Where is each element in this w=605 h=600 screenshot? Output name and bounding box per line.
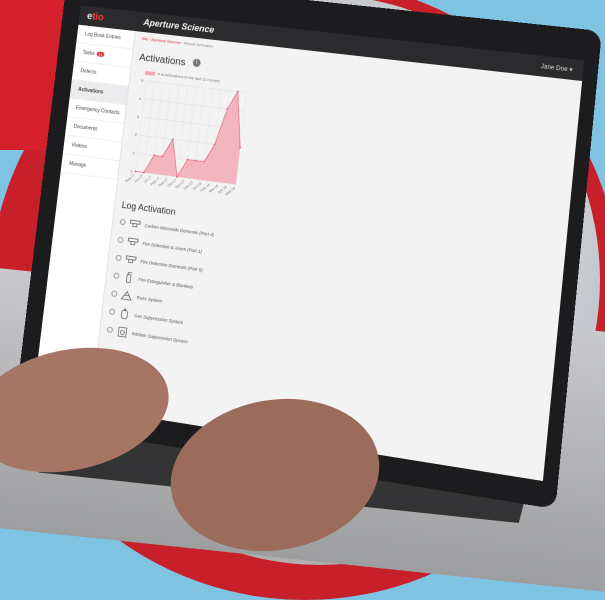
extinguisher-icon: [122, 271, 135, 285]
page-title: Activations: [138, 52, 187, 69]
chevron-down-icon: ▾: [569, 66, 573, 74]
sidebar-item-label: Log Book Entries: [84, 31, 121, 42]
app-logo[interactable]: etio: [79, 10, 144, 28]
user-name: Jane Doe: [540, 63, 568, 73]
radio-button[interactable]: [113, 272, 120, 280]
radio-button[interactable]: [106, 326, 114, 334]
breadcrumb-current: Report Activation: [183, 40, 214, 49]
activations-chart: 012345May-17Jun-17Jul-17Aug-17Sep-17Oct-…: [124, 78, 252, 196]
user-menu[interactable]: Jane Doe ▾: [540, 62, 583, 74]
y-tick-label: 5: [141, 78, 144, 83]
y-tick-label: 1: [132, 150, 135, 155]
smoke-detector-icon: [127, 235, 140, 249]
radio-button[interactable]: [117, 236, 124, 244]
y-tick-label: 3: [137, 114, 140, 119]
sidebar-item-label: Visitors: [71, 142, 88, 151]
sidebar-item-label: Emergency Contacts: [75, 105, 120, 117]
breadcrumb-building[interactable]: Aperture Science: [151, 37, 181, 45]
log-item-label: Kitchen Suppression System: [131, 330, 189, 344]
tasks-count-badge: 11: [96, 51, 105, 58]
log-item-label: Gas Suppression System: [133, 312, 184, 325]
sidebar-item-label: Manage: [68, 160, 87, 169]
logo-text: tio: [91, 11, 105, 24]
radio-button[interactable]: [111, 290, 118, 298]
log-item-label: Truss System: [135, 294, 163, 304]
sidebar-item-label: Defects: [80, 68, 97, 76]
radio-button[interactable]: [115, 254, 122, 262]
log-item-label: Carbon Monoxide Domestic (Part 4): [144, 222, 215, 237]
sidebar-item-label: Activations: [77, 86, 104, 96]
series-area: [135, 80, 247, 185]
kitchen-icon: [116, 325, 129, 339]
breadcrumb-site[interactable]: Site: [141, 36, 148, 42]
radio-button[interactable]: [119, 218, 126, 226]
log-item-label: Fire Detection & Alarm (Part 1): [142, 240, 203, 254]
log-activation-list: Carbon Monoxide Domestic (Part 4) Fire D…: [106, 216, 552, 401]
sidebar-item-label: Tasks: [82, 49, 95, 57]
grid-line: [135, 81, 146, 172]
sidebar-item-label: Documents: [73, 123, 98, 133]
smoke-detector-icon: [124, 253, 137, 267]
smoke-detector-icon: [129, 217, 142, 230]
y-tick-label: 2: [134, 132, 137, 137]
y-tick-label: 4: [139, 96, 142, 101]
info-icon[interactable]: i: [192, 58, 201, 67]
radio-button[interactable]: [108, 308, 116, 316]
log-item-label: Fire Extinguisher & Blankets: [138, 276, 194, 290]
log-item-label: Fire Detection Domestic (Part 6): [140, 258, 203, 273]
truss-icon: [120, 289, 133, 303]
data-point: [134, 170, 137, 173]
gas-cylinder-icon: [118, 308, 131, 321]
legend-swatch: [144, 70, 155, 76]
